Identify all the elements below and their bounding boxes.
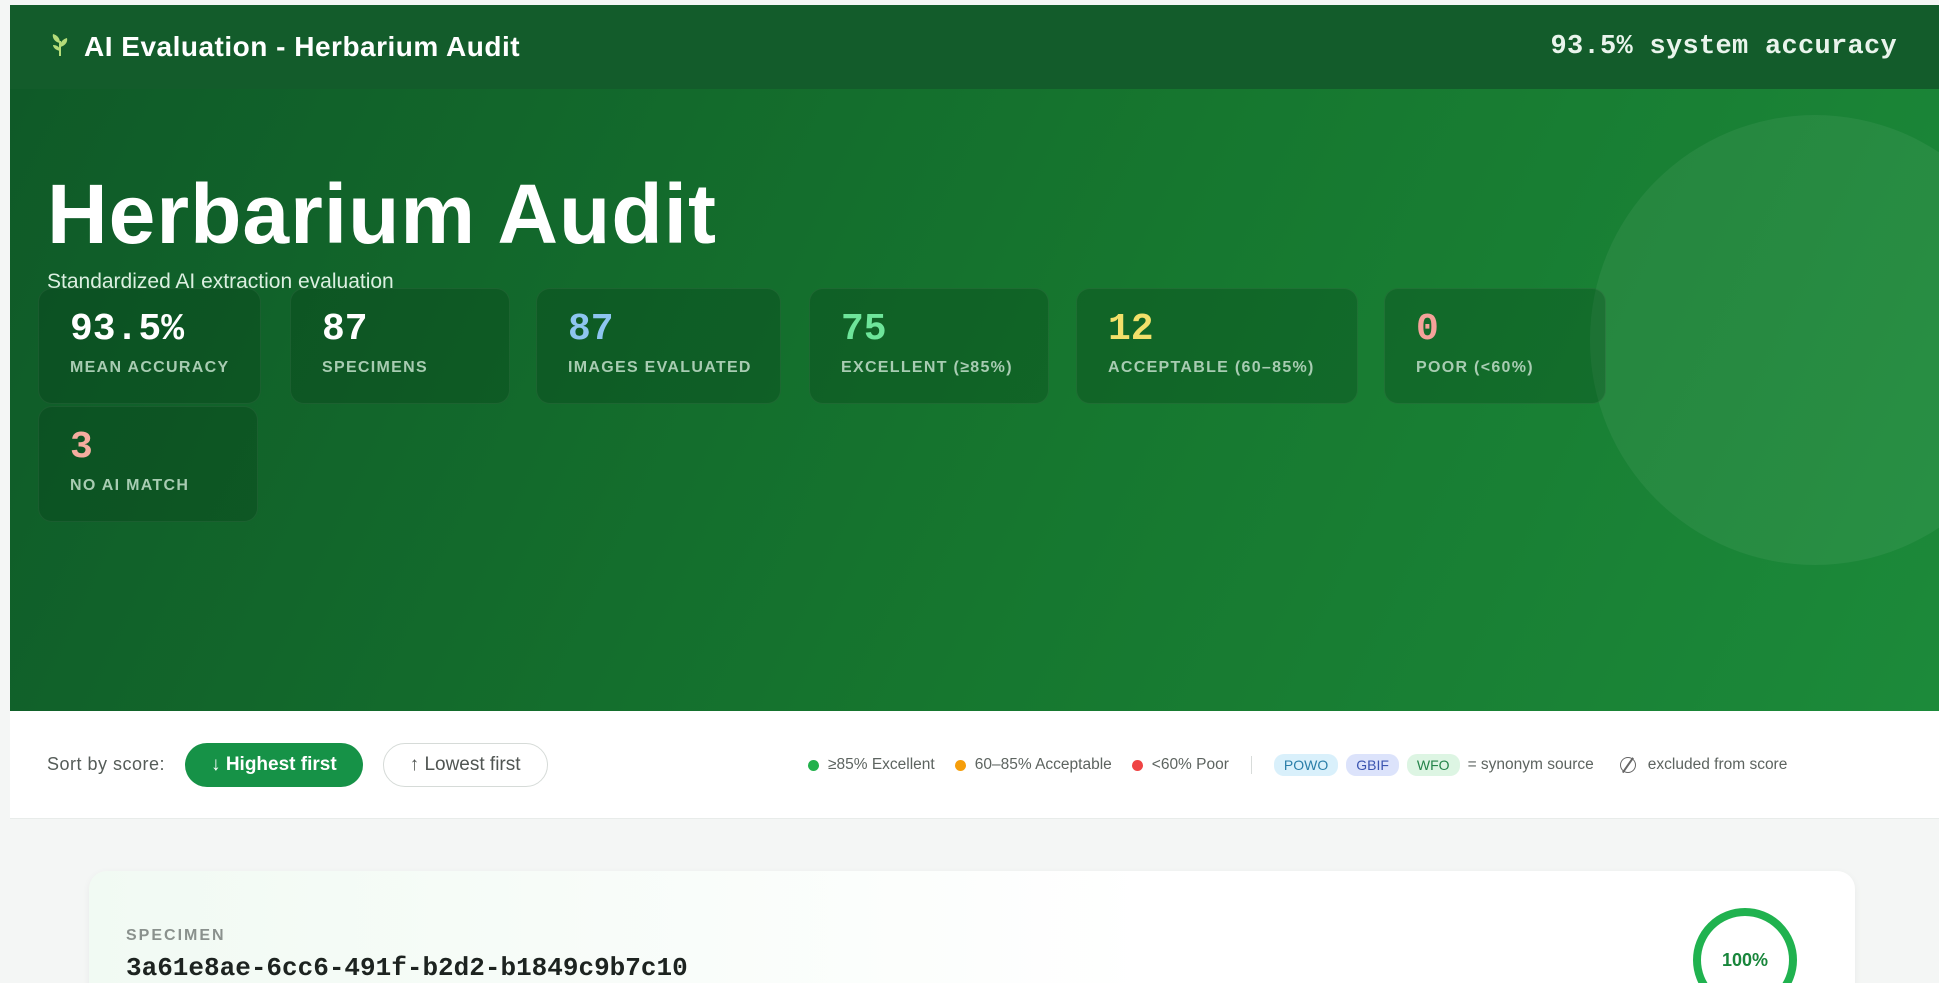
sort-lowest-first-button[interactable]: ↑ Lowest first	[382, 742, 548, 787]
specimen-card[interactable]: SPECIMEN 3a61e8ae-6cc6-491f-b2d2-b1849c9…	[89, 871, 1855, 983]
sort-controls-bar: Sort by score: ↓ Highest first ↑ Lowest …	[10, 711, 1939, 819]
hero-decoration	[1590, 115, 1939, 565]
green-dot-icon	[808, 759, 819, 771]
page-title: Herbarium Audit	[47, 167, 717, 261]
stat-label: MEAN ACCURACY	[70, 359, 230, 376]
hero-section: Herbarium Audit Standardized AI extracti…	[10, 89, 1939, 711]
legend-acceptable: 60–85% Acceptable	[954, 756, 1112, 774]
score-legend: ≥85% Excellent 60–85% Acceptable <60% Po…	[808, 711, 1787, 819]
sort-highest-first-button[interactable]: ↓ Highest first	[185, 742, 363, 787]
app-title: AI Evaluation - Herbarium Audit	[84, 31, 521, 62]
legend-divider	[1250, 756, 1252, 774]
top-bar: AI Evaluation - Herbarium Audit 93.5% sy…	[10, 5, 1939, 89]
legend-label: <60% Poor	[1151, 756, 1229, 773]
stat-label: EXCELLENT (≥85%)	[841, 359, 1013, 376]
stat-label: NO AI MATCH	[70, 477, 190, 494]
excluded-label: excluded from score	[1647, 756, 1788, 773]
stat-value: 93.5%	[70, 308, 185, 351]
stat-card-images-evaluated: 87 IMAGES EVALUATED	[536, 288, 781, 404]
stat-value: 87	[568, 308, 614, 351]
legend-label: 60–85% Acceptable	[974, 756, 1112, 773]
stat-value: 75	[841, 308, 887, 351]
stat-card-acceptable: 12 ACCEPTABLE (60–85%)	[1076, 288, 1358, 404]
legend-excellent: ≥85% Excellent	[808, 756, 935, 774]
source-pill-gbif: GBIF	[1346, 754, 1399, 776]
stat-card-excellent: 75 EXCELLENT (≥85%)	[809, 288, 1049, 404]
specimen-label: SPECIMEN	[126, 927, 226, 944]
stat-value: 0	[1416, 308, 1439, 351]
legend-label: ≥85% Excellent	[828, 756, 935, 773]
stat-card-specimens: 87 SPECIMENS	[290, 288, 510, 404]
stat-value: 3	[70, 426, 93, 469]
stat-card-mean-accuracy: 93.5% MEAN ACCURACY	[38, 288, 261, 404]
specimen-id: 3a61e8ae-6cc6-491f-b2d2-b1849c9b7c10	[126, 953, 688, 983]
orange-dot-icon	[954, 759, 966, 771]
source-pill-wfo: WFO	[1406, 754, 1460, 776]
sort-label: Sort by score:	[47, 754, 166, 774]
system-accuracy: 93.5% system accuracy	[1550, 32, 1897, 62]
brand: AI Evaluation - Herbarium Audit	[50, 31, 520, 63]
legend-poor: <60% Poor	[1131, 756, 1229, 774]
stat-card-no-ai-match: 3 NO AI MATCH	[38, 406, 258, 522]
page: AI Evaluation - Herbarium Audit 93.5% sy…	[0, 0, 1939, 983]
stat-label: POOR (<60%)	[1416, 359, 1534, 376]
stat-value: 87	[322, 308, 368, 351]
score-value: 100%	[1721, 949, 1769, 970]
source-pill-powo: POWO	[1273, 754, 1339, 776]
score-ring: 100%	[1693, 908, 1797, 983]
synonym-source-label: = synonym source	[1467, 756, 1594, 773]
leaf-icon	[50, 33, 70, 62]
red-dot-icon	[1131, 759, 1143, 771]
stat-label: SPECIMENS	[322, 359, 428, 376]
stat-label: IMAGES EVALUATED	[568, 359, 752, 376]
stat-label: ACCEPTABLE (60–85%)	[1108, 359, 1315, 376]
stat-value: 12	[1108, 308, 1154, 351]
excluded-icon	[1619, 757, 1636, 773]
stat-card-poor: 0 POOR (<60%)	[1384, 288, 1606, 404]
